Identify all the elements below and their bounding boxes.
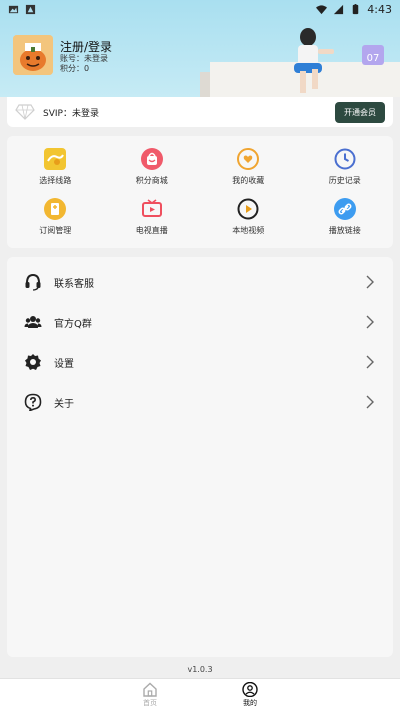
header-illustration-figure bbox=[294, 28, 334, 93]
tv-icon bbox=[141, 198, 163, 220]
grid-label: 电视直播 bbox=[135, 226, 168, 235]
calendar-day: 07 bbox=[366, 53, 380, 64]
help-icon bbox=[24, 393, 42, 411]
grid-label: 积分商城 bbox=[135, 176, 168, 185]
menu-item-settings[interactable]: 设置 bbox=[7, 342, 393, 382]
chevron-right-icon bbox=[366, 315, 374, 329]
open-vip-button[interactable]: 开通会员 bbox=[335, 101, 385, 123]
heart-icon bbox=[237, 148, 260, 170]
user-icon bbox=[242, 682, 258, 697]
settings-menu: 联系客服 官方Q群 设置 关于 bbox=[7, 257, 393, 657]
nav-home[interactable]: 首页 bbox=[100, 679, 200, 711]
grid-item-history[interactable]: 历史记录 bbox=[297, 142, 394, 192]
link-icon bbox=[333, 198, 356, 220]
feature-grid: 选择线路 积分商城 我的收藏 历史记录 订阅管理 电视直播 本地视频 播放链接 bbox=[7, 136, 393, 248]
headset-icon bbox=[24, 273, 42, 291]
app-notification-icon bbox=[25, 4, 36, 14]
grid-label: 历史记录 bbox=[328, 176, 361, 185]
points-balance: 积分：0 bbox=[60, 64, 90, 73]
grid-item-points-mall[interactable]: 积分商城 bbox=[104, 142, 201, 192]
grid-item-tv-live[interactable]: 电视直播 bbox=[104, 192, 201, 242]
chevron-right-icon bbox=[366, 395, 374, 409]
diamond-icon bbox=[15, 104, 35, 120]
grid-item-subscriptions[interactable]: 订阅管理 bbox=[7, 192, 104, 242]
grid-item-local-video[interactable]: 本地视频 bbox=[200, 192, 297, 242]
image-notification-icon bbox=[8, 5, 19, 13]
grid-label: 选择线路 bbox=[39, 176, 72, 185]
pumpkin-avatar-icon bbox=[13, 35, 53, 75]
grid-item-favorites[interactable]: 我的收藏 bbox=[200, 142, 297, 192]
nav-mine-label: 我的 bbox=[243, 699, 257, 707]
nav-home-label: 首页 bbox=[143, 699, 157, 707]
checkin-calendar-icon[interactable]: 07 bbox=[362, 45, 384, 65]
grid-label: 播放链接 bbox=[328, 226, 361, 235]
route-icon bbox=[44, 148, 67, 170]
status-bar: 4:43 bbox=[0, 0, 400, 18]
grid-label: 本地视频 bbox=[232, 226, 265, 235]
nav-mine[interactable]: 我的 bbox=[200, 679, 300, 711]
wifi-icon bbox=[316, 4, 328, 14]
menu-item-customer-service[interactable]: 联系客服 bbox=[7, 262, 393, 302]
menu-label: 联系客服 bbox=[54, 278, 94, 290]
menu-label: 官方Q群 bbox=[54, 318, 92, 330]
bookmark-icon bbox=[44, 198, 67, 220]
app-version: v1.0.3 bbox=[187, 665, 213, 674]
svip-status: SVIP：未登录 bbox=[43, 108, 99, 119]
group-icon bbox=[24, 313, 42, 331]
status-time: 4:43 bbox=[367, 2, 392, 16]
menu-item-official-qq-group[interactable]: 官方Q群 bbox=[7, 302, 393, 342]
shopping-bag-icon bbox=[140, 148, 163, 170]
menu-label: 设置 bbox=[54, 358, 74, 370]
grid-item-route[interactable]: 选择线路 bbox=[7, 142, 104, 192]
menu-item-about[interactable]: 关于 bbox=[7, 382, 393, 422]
chevron-right-icon bbox=[366, 275, 374, 289]
home-icon bbox=[143, 682, 157, 697]
avatar[interactable] bbox=[13, 35, 53, 75]
clock-icon bbox=[334, 148, 356, 170]
signal-icon bbox=[334, 4, 344, 14]
play-icon bbox=[237, 198, 259, 220]
bottom-nav: 首页 我的 bbox=[0, 678, 400, 711]
menu-label: 关于 bbox=[54, 398, 74, 410]
svip-bar: SVIP：未登录 开通会员 bbox=[7, 97, 393, 127]
grid-label: 订阅管理 bbox=[39, 226, 72, 235]
grid-label: 我的收藏 bbox=[232, 176, 265, 185]
grid-item-play-link[interactable]: 播放链接 bbox=[297, 192, 394, 242]
chevron-right-icon bbox=[366, 355, 374, 369]
battery-icon bbox=[353, 3, 359, 14]
gear-icon bbox=[24, 353, 42, 371]
